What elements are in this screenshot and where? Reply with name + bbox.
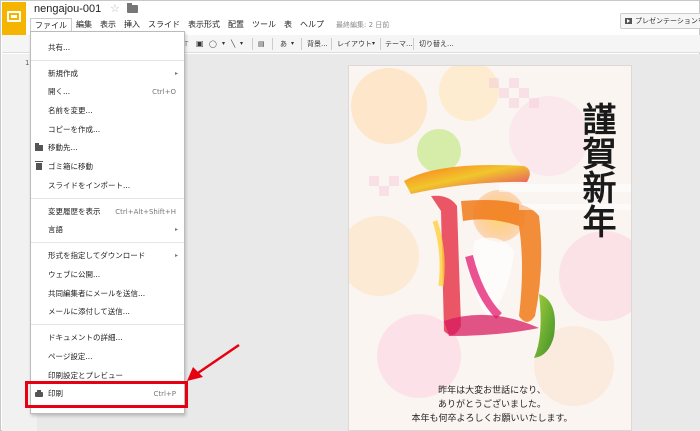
menu-item-label: ゴミ箱に移動 bbox=[48, 162, 93, 171]
menu-item-label: ページ設定... bbox=[48, 352, 93, 361]
present-button-label: プレゼンテーションを開始 bbox=[635, 17, 700, 25]
chevron-down-icon[interactable]: ▾ bbox=[291, 38, 294, 50]
message-line: 昨年は大変お世話になり、 bbox=[438, 386, 546, 396]
document-title[interactable]: nengajou-001 bbox=[34, 3, 101, 15]
menu-item-download-as[interactable]: 形式を指定してダウンロード ▸ bbox=[31, 248, 184, 264]
menu-tools[interactable]: ツール bbox=[248, 18, 280, 33]
menu-item-label: 新規作成 bbox=[48, 69, 78, 78]
menu-item-label: コピーを作成... bbox=[48, 125, 101, 134]
text-tool-button[interactable]: あ bbox=[280, 38, 287, 50]
menu-item-label: ドキュメントの詳細... bbox=[48, 333, 123, 342]
chevron-right-icon: ▸ bbox=[174, 252, 178, 259]
menu-item-move-to[interactable]: 移動先... bbox=[31, 140, 184, 156]
menu-item-label: 共同編集者にメールを送信... bbox=[48, 289, 146, 298]
star-icon[interactable]: ☆ bbox=[110, 2, 120, 15]
menu-item-label: 変更履歴を表示 bbox=[48, 207, 101, 216]
menu-arrange[interactable]: 配置 bbox=[224, 18, 248, 33]
present-button[interactable]: プレゼンテーションを開始 bbox=[620, 13, 700, 29]
menu-item-trash[interactable]: ゴミ箱に移動 bbox=[31, 159, 184, 175]
play-icon bbox=[625, 18, 632, 24]
menu-item-label: 開く... bbox=[48, 87, 71, 96]
menu-item-label: 名前を変更... bbox=[48, 106, 93, 115]
folder-icon[interactable] bbox=[127, 3, 138, 13]
menu-item-label: 印刷設定とプレビュー bbox=[48, 371, 123, 380]
menu-format[interactable]: 表示形式 bbox=[184, 18, 224, 33]
menu-item-label: 共有... bbox=[48, 43, 71, 52]
file-menu-dropdown: 共有... 新規作成 ▸ 開く... Ctrl+O 名前を変更... コピーを作成.… bbox=[30, 31, 185, 414]
shortcut-label: Ctrl+Alt+Shift+H bbox=[115, 208, 176, 216]
menu-item-label: 形式を指定してダウンロード bbox=[48, 251, 146, 260]
menu-item-label: ウェブに公開... bbox=[48, 270, 101, 279]
menu-item-publish-web[interactable]: ウェブに公開... bbox=[31, 267, 184, 283]
layout-button[interactable]: レイアウト bbox=[337, 38, 372, 50]
menu-item-rename[interactable]: 名前を変更... bbox=[31, 103, 184, 119]
menu-help[interactable]: ヘルプ bbox=[296, 18, 328, 33]
slides-logo-icon[interactable] bbox=[2, 2, 26, 36]
menu-table[interactable]: 表 bbox=[280, 18, 296, 33]
shape-icon[interactable]: ◯ bbox=[209, 38, 217, 50]
menu-item-revision-history[interactable]: 変更履歴を表示 Ctrl+Alt+Shift+H bbox=[31, 204, 184, 220]
chevron-right-icon: ▸ bbox=[174, 70, 178, 77]
menu-item-share[interactable]: 共有... bbox=[31, 40, 184, 56]
menu-item-language[interactable]: 言語 ▸ bbox=[31, 222, 184, 238]
menu-item-email-attachment[interactable]: メールに添付して送信... bbox=[31, 304, 184, 320]
transition-button[interactable]: 切り替え... bbox=[419, 38, 454, 50]
toolbar-divider bbox=[380, 38, 381, 50]
menu-item-email-collaborators[interactable]: 共同編集者にメールを送信... bbox=[31, 286, 184, 302]
folder-icon bbox=[35, 143, 43, 151]
menu-item-new[interactable]: 新規作成 ▸ bbox=[31, 66, 184, 82]
chevron-down-icon[interactable]: ▾ bbox=[222, 38, 225, 50]
menu-divider bbox=[31, 324, 184, 325]
trash-icon bbox=[35, 161, 43, 170]
menu-item-page-setup[interactable]: ページ設定... bbox=[31, 349, 184, 365]
chevron-right-icon: ▸ bbox=[174, 226, 178, 233]
menu-divider bbox=[31, 60, 184, 61]
slide-number: 1 bbox=[25, 59, 30, 67]
annotation-arrow-icon bbox=[187, 343, 240, 381]
menu-divider bbox=[31, 198, 184, 199]
menu-item-import-slides[interactable]: スライドをインポート... bbox=[31, 178, 184, 194]
theme-button[interactable]: テーマ... bbox=[385, 38, 413, 50]
menu-item-make-copy[interactable]: コピーを作成... bbox=[31, 122, 184, 138]
toolbar-divider bbox=[413, 38, 414, 50]
image-icon[interactable]: ▣ bbox=[196, 38, 204, 50]
toolbar-divider bbox=[301, 38, 302, 50]
toolbar-divider bbox=[252, 38, 253, 50]
message-line: 本年も何卒よろしくお願いいたします。 bbox=[411, 414, 573, 424]
last-edit-status[interactable]: 最終編集: 2 日前 bbox=[336, 20, 389, 30]
menu-item-label: 言語 bbox=[48, 225, 63, 234]
shortcut-label: Ctrl+O bbox=[152, 88, 176, 96]
menu-item-label: スライドをインポート... bbox=[48, 181, 131, 190]
line-icon[interactable]: ╲ bbox=[231, 38, 235, 50]
menu-item-label: メールに添付して送信... bbox=[48, 307, 130, 316]
message-line: ありがとうございました。 bbox=[437, 400, 546, 410]
menu-item-document-details[interactable]: ドキュメントの詳細... bbox=[31, 330, 184, 346]
slide-canvas[interactable]: 謹賀新年 昨年は大変お世話になり、 ありがとうございました。 本年も何卒よろしく… bbox=[348, 65, 632, 431]
chevron-down-icon[interactable]: ▾ bbox=[240, 38, 243, 50]
greeting-title[interactable]: 謹賀新年 bbox=[576, 102, 616, 238]
chevron-down-icon[interactable]: ▾ bbox=[372, 38, 375, 50]
print-highlight-box bbox=[25, 381, 188, 408]
menu-item-open[interactable]: 開く... Ctrl+O bbox=[31, 84, 184, 100]
toolbar-divider bbox=[272, 38, 273, 50]
menu-divider bbox=[31, 242, 184, 243]
background-button[interactable]: 背景... bbox=[307, 38, 328, 50]
comment-icon[interactable]: ▤ bbox=[258, 38, 265, 50]
toolbar-divider bbox=[331, 38, 332, 50]
greeting-message[interactable]: 昨年は大変お世話になり、 ありがとうございました。 本年も何卒よろしくお願いいた… bbox=[374, 384, 610, 426]
menu-item-label: 移動先... bbox=[48, 143, 78, 152]
